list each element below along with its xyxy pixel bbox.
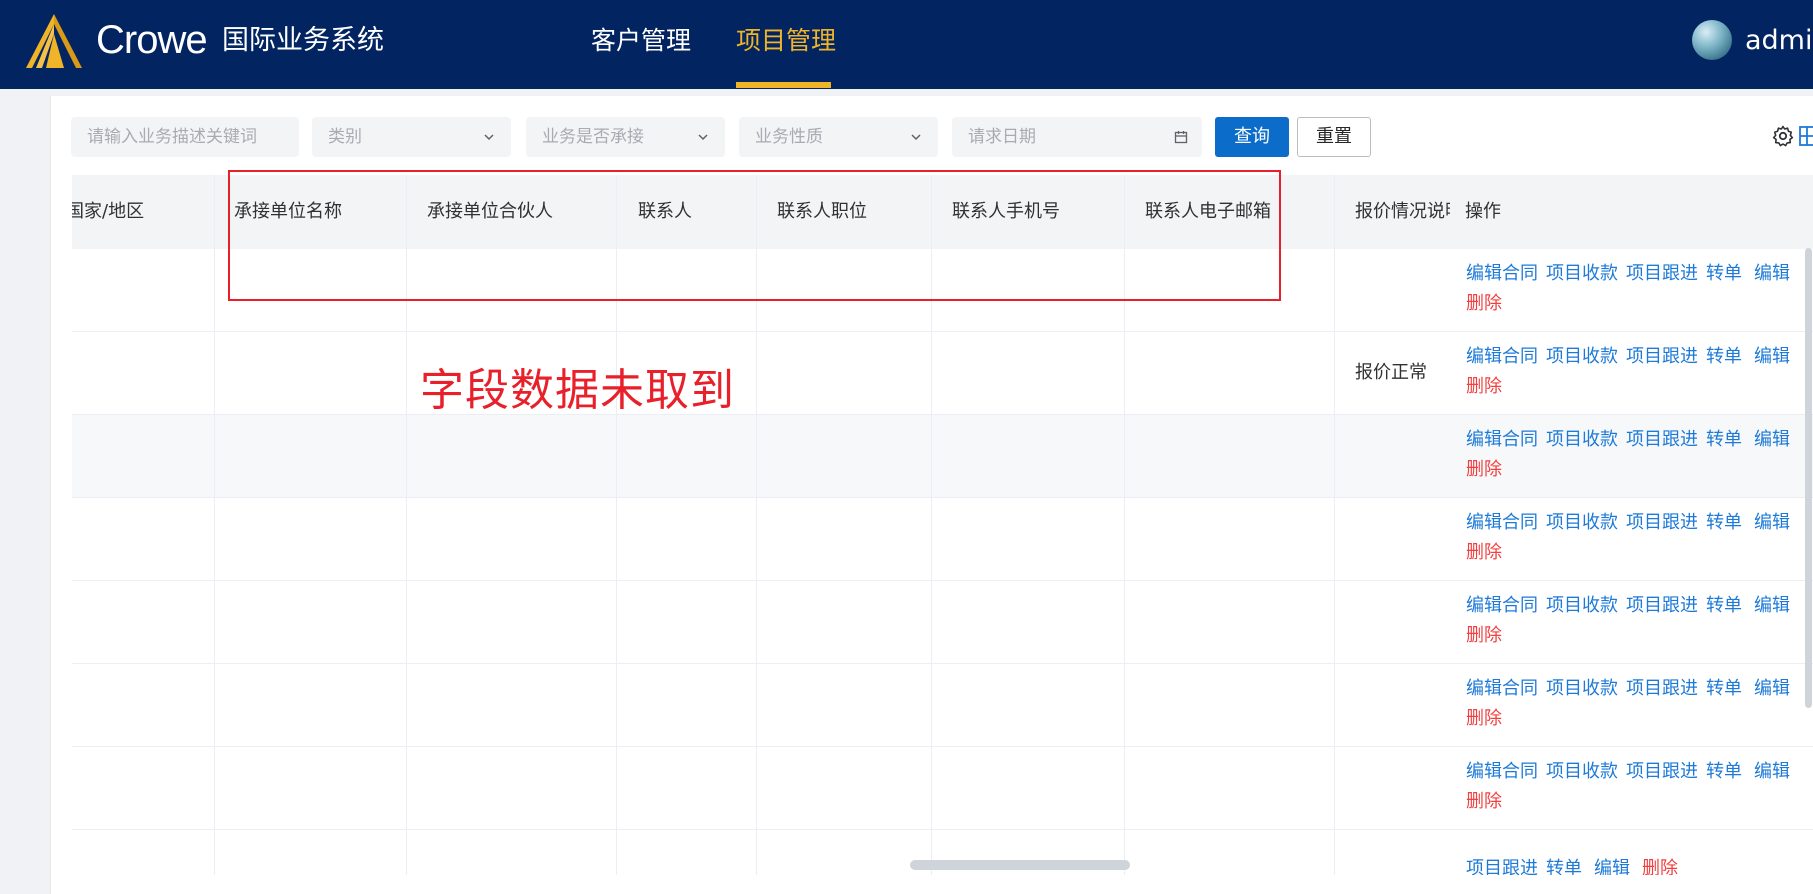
business-nature-select[interactable]: 业务性质 [739,117,938,157]
delete-link[interactable]: 删除 [1466,623,1502,649]
table-row: 编辑合同 项目收款 项目跟进 转单 编辑删除 [72,415,1813,498]
table-row: 编辑合同 项目收款 项目跟进 转单 编辑删除 [72,581,1813,664]
keyword-search-input[interactable]: 请输入业务描述关键词 [71,117,299,157]
category-placeholder: 类别 [328,127,362,147]
delete-link[interactable]: 删除 [1466,706,1502,732]
table-row: 编辑合同 项目收款 项目跟进 转单 编辑删除 [72,498,1813,581]
edit-link[interactable]: 编辑 [1754,261,1790,287]
delete-link[interactable]: 删除 [1466,374,1502,400]
brand-name: Crowe [96,18,208,62]
edit-link[interactable]: 编辑 [1754,593,1790,619]
project-collection-link[interactable]: 项目收款 [1546,427,1618,453]
edit-link[interactable]: 编辑 [1754,510,1790,536]
transfer-link[interactable]: 转单 [1706,759,1742,785]
project-collection-link[interactable]: 项目收款 [1546,676,1618,702]
project-follow-up-link[interactable]: 项目跟进 [1466,856,1538,875]
column-divider [1334,175,1335,875]
system-name: 国际业务系统 [222,25,384,56]
transfer-link[interactable]: 转单 [1706,593,1742,619]
project-follow-up-link[interactable]: 项目跟进 [1626,427,1698,453]
delete-link[interactable]: 删除 [1466,540,1502,566]
delete-link[interactable]: 删除 [1642,856,1678,875]
edit-contract-link[interactable]: 编辑合同 [1466,510,1538,536]
accepted-select[interactable]: 业务是否承接 [526,117,725,157]
chevron-down-icon [484,134,494,141]
table-row: 编辑合同 项目收款 项目跟进 转单 编辑删除 [72,747,1813,830]
edit-link[interactable]: 编辑 [1754,676,1790,702]
nature-placeholder: 业务性质 [755,127,823,147]
project-follow-up-link[interactable]: 项目跟进 [1626,593,1698,619]
edit-link[interactable]: 编辑 [1594,856,1630,875]
project-collection-link[interactable]: 项目收款 [1546,344,1618,370]
table-row: 报价正常 编辑合同 项目收款 项目跟进 转单 编辑删除 [72,332,1813,415]
calendar-icon [1174,131,1188,144]
annotation-highlight-box [228,170,1281,301]
annotation-text: 字段数据未取到 [420,365,735,416]
delete-link[interactable]: 删除 [1466,789,1502,815]
category-select[interactable]: 类别 [312,117,511,157]
edit-contract-link[interactable]: 编辑合同 [1466,344,1538,370]
keyword-placeholder: 请输入业务描述关键词 [87,127,257,147]
transfer-link[interactable]: 转单 [1546,856,1582,875]
delete-link[interactable]: 删除 [1466,457,1502,483]
table-row: 编辑合同 项目收款 项目跟进 转单 编辑删除 [72,664,1813,747]
header-quote-note: 报价情况说明 [1355,201,1450,222]
delete-link[interactable]: 删除 [1466,291,1502,317]
project-follow-up-link[interactable]: 项目跟进 [1626,344,1698,370]
edit-contract-link[interactable]: 编辑合同 [1466,759,1538,785]
column-divider [214,175,215,875]
accepted-placeholder: 业务是否承接 [542,127,644,147]
username[interactable]: admin [1745,22,1813,60]
date-placeholder: 请求日期 [968,127,1036,147]
transfer-link[interactable]: 转单 [1706,427,1742,453]
horizontal-scrollbar[interactable] [910,860,1130,870]
quote-note-cell: 报价正常 [1355,362,1427,383]
project-collection-link[interactable]: 项目收款 [1546,261,1618,287]
edit-link[interactable]: 编辑 [1754,344,1790,370]
edit-link[interactable]: 编辑 [1754,759,1790,785]
search-button[interactable]: 查询 [1215,117,1289,157]
user-avatar[interactable] [1692,20,1732,60]
project-follow-up-link[interactable]: 项目跟进 [1626,676,1698,702]
project-follow-up-link[interactable]: 项目跟进 [1626,759,1698,785]
project-collection-link[interactable]: 项目收款 [1546,593,1618,619]
project-collection-link[interactable]: 项目收款 [1546,510,1618,536]
top-navigation-bar: Crowe 国际业务系统 客户管理 项目管理 admin [0,0,1813,89]
edit-contract-link[interactable]: 编辑合同 [1466,427,1538,453]
chevron-down-icon [698,134,708,141]
project-collection-link[interactable]: 项目收款 [1546,759,1618,785]
nav-project-management[interactable]: 项目管理 [736,22,836,60]
edit-link[interactable]: 编辑 [1754,427,1790,453]
edit-contract-link[interactable]: 编辑合同 [1466,593,1538,619]
edit-contract-link[interactable]: 编辑合同 [1466,261,1538,287]
chevron-down-icon [911,134,921,141]
transfer-link[interactable]: 转单 [1706,676,1742,702]
project-follow-up-link[interactable]: 项目跟进 [1626,261,1698,287]
settings-gear-icon[interactable] [1771,124,1795,148]
column-layout-icon[interactable] [1798,124,1813,148]
reset-button[interactable]: 重置 [1297,117,1371,157]
edit-contract-link[interactable]: 编辑合同 [1466,676,1538,702]
nav-customer-management[interactable]: 客户管理 [591,22,691,60]
transfer-link[interactable]: 转单 [1706,510,1742,536]
active-nav-indicator [736,82,831,88]
header-country-region: 国家/地区 [72,201,145,222]
header-operations: 操作 [1465,201,1501,222]
request-date-picker[interactable]: 请求日期 [952,117,1202,157]
vertical-scrollbar[interactable] [1805,248,1812,708]
project-follow-up-link[interactable]: 项目跟进 [1626,510,1698,536]
transfer-link[interactable]: 转单 [1706,261,1742,287]
crowe-logo-icon [26,14,82,68]
transfer-link[interactable]: 转单 [1706,344,1742,370]
